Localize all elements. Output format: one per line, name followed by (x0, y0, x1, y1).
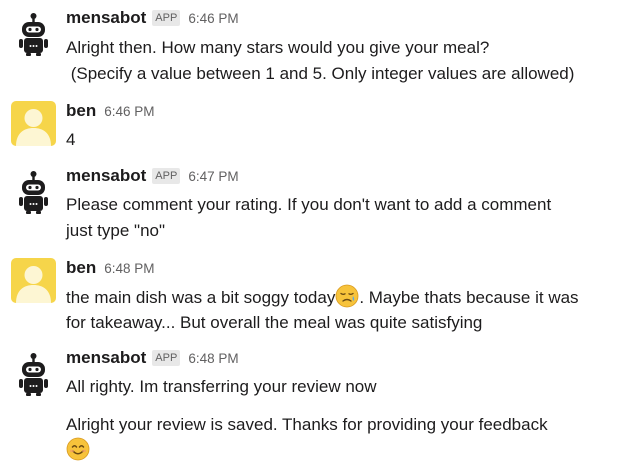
author-name[interactable]: ben (66, 101, 96, 121)
user-avatar[interactable] (11, 101, 56, 146)
message-text: All righty. Im transferring your review … (66, 377, 377, 396)
author-name[interactable]: mensabot (66, 8, 146, 28)
message-text: for takeaway... But overall the meal was… (66, 313, 483, 332)
message-text: the main dish was a bit soggy today . Ma… (66, 284, 579, 310)
message-text: Alright then. How many stars would you g… (66, 38, 490, 57)
timestamp[interactable]: 6:46 PM (104, 104, 154, 119)
robot-icon (19, 13, 48, 56)
robot-icon (19, 171, 48, 214)
author-name[interactable]: mensabot (66, 348, 146, 368)
message-header: ben 6:48 PM (66, 258, 155, 280)
message-text: Alright your review is saved. Thanks for… (66, 415, 548, 434)
author-name[interactable]: mensabot (66, 166, 146, 186)
message-text-part: the main dish was a bit soggy today (66, 288, 336, 307)
app-badge: APP (152, 350, 181, 366)
timestamp[interactable]: 6:48 PM (104, 261, 154, 276)
message-text-part: . Maybe thats because it was (359, 288, 579, 307)
timestamp[interactable]: 6:47 PM (188, 169, 238, 184)
message-header: mensabot APP 6:47 PM (66, 166, 239, 188)
message-text: 4 (66, 130, 76, 149)
message-header: mensabot APP 6:48 PM (66, 348, 239, 370)
author-name[interactable]: ben (66, 258, 96, 278)
default-user-icon (11, 258, 56, 303)
smile-face-icon (66, 437, 90, 461)
message-text: just type "no" (66, 221, 166, 240)
bot-avatar[interactable] (11, 352, 56, 397)
bot-avatar[interactable] (11, 12, 56, 57)
app-badge: APP (152, 168, 181, 184)
robot-icon (19, 353, 48, 396)
message-text (66, 437, 90, 463)
sad-face-icon (335, 284, 359, 308)
message-header: ben 6:46 PM (66, 101, 155, 123)
sad-relieved-face-emoji[interactable] (335, 284, 359, 308)
app-badge: APP (152, 10, 181, 26)
user-avatar[interactable] (11, 258, 56, 303)
message-text: (Specify a value between 1 and 5. Only i… (66, 64, 575, 83)
message-header: mensabot APP 6:46 PM (66, 8, 239, 30)
timestamp[interactable]: 6:46 PM (188, 11, 238, 26)
smiling-face-with-smiling-eyes-emoji[interactable] (66, 437, 90, 461)
default-user-icon (11, 101, 56, 146)
bot-avatar[interactable] (11, 170, 56, 215)
message-text: Please comment your rating. If you don't… (66, 195, 552, 214)
timestamp[interactable]: 6:48 PM (188, 351, 238, 366)
